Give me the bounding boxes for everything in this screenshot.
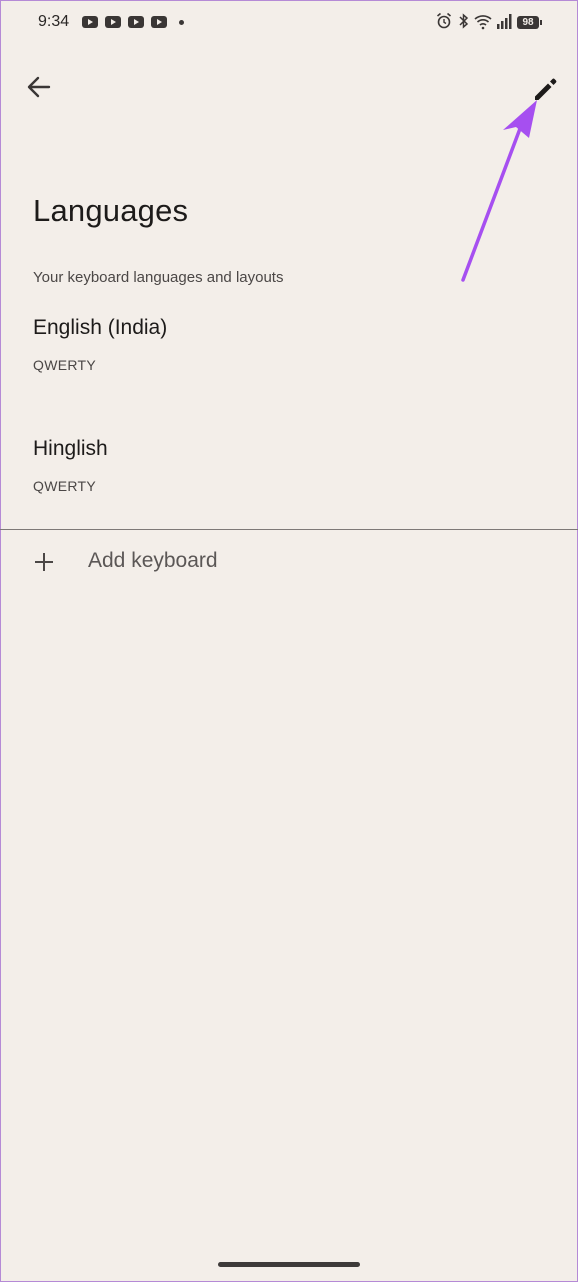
section-subtitle: Your keyboard languages and layouts [33,269,284,286]
battery-icon: 98 [517,16,542,29]
system-icons: 98 [436,12,542,34]
gesture-nav-handle[interactable] [218,1262,360,1267]
page-title: Languages [33,193,189,228]
divider [0,529,578,530]
wifi-icon [474,15,492,30]
youtube-icon [151,16,167,28]
language-layout: QWERTY [33,357,96,373]
edit-button[interactable] [526,70,564,108]
bluetooth-icon [459,13,469,29]
more-notifications-dot [179,20,184,25]
language-name: Hinglish [33,437,108,460]
pencil-icon [535,78,557,100]
language-name: English (India) [33,316,168,339]
youtube-icon [128,16,144,28]
status-time: 9:34 [38,13,70,30]
language-layout: QWERTY [33,478,96,494]
youtube-icon [82,16,98,28]
language-item-english-india[interactable]: English (India) QWERTY [0,316,578,416]
arrow-left-icon [27,76,51,98]
youtube-icon [105,16,121,28]
alarm-icon [436,12,452,29]
add-keyboard-label: Add keyboard [88,549,218,572]
back-button[interactable] [22,70,56,104]
plus-icon [35,553,53,571]
status-bar: 9:34 98 [0,0,578,46]
signal-icon [497,14,512,29]
add-keyboard-button[interactable]: Add keyboard [0,535,578,591]
language-item-hinglish[interactable]: Hinglish QWERTY [0,437,578,537]
